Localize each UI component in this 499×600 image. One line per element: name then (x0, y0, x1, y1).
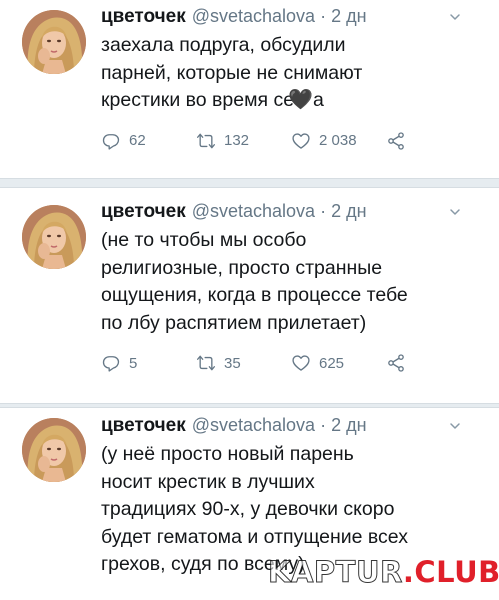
chevron-down-icon[interactable] (449, 420, 461, 432)
tweet-text: (не то чтобы мы особо религиозные, прост… (101, 229, 408, 334)
reply-button[interactable]: 5 (101, 353, 196, 373)
retweet-button[interactable]: 35 (196, 353, 291, 373)
tweet-header: цветочек @svetachalova · 2 дн (101, 415, 491, 439)
display-name[interactable]: цветочек (101, 6, 186, 28)
tweet[interactable]: цветочек @svetachalova · 2 дн (не то что… (0, 188, 499, 403)
tweet-text: заехала подруга, обсудили парней, которы… (101, 32, 491, 115)
like-count: 625 (319, 354, 345, 372)
heart-icon (291, 353, 311, 373)
display-name[interactable]: цветочек (101, 415, 186, 437)
like-count: 2 038 (319, 132, 357, 149)
watermark-logo: KAPTUR .CLUB (268, 553, 499, 591)
tweet-actions: 5 35 625 (101, 351, 491, 375)
like-button[interactable]: 625 (291, 353, 386, 373)
share-icon (386, 131, 406, 151)
reply-button[interactable]: 62 (101, 131, 196, 151)
tweet[interactable]: цветочек @svetachalova · 2 дн заехала по… (0, 0, 499, 178)
reply-icon (101, 131, 121, 151)
avatar[interactable] (22, 205, 86, 269)
retweet-icon (196, 353, 216, 373)
like-button[interactable]: 2 038 (291, 131, 386, 151)
share-button[interactable] (386, 131, 416, 151)
avatar[interactable] (22, 10, 86, 74)
timestamp[interactable]: 2 дн (331, 201, 366, 222)
share-icon (386, 353, 406, 373)
tweet-header: цветочек @svetachalova · 2 дн (101, 201, 491, 225)
watermark-club-text: .CLUB (402, 555, 499, 589)
separator-dot: · (320, 201, 327, 221)
user-handle[interactable]: @svetachalova (192, 415, 315, 436)
retweet-icon (196, 131, 216, 151)
user-handle[interactable]: @svetachalova (192, 6, 315, 27)
separator-dot: · (320, 415, 327, 435)
reply-count: 62 (129, 132, 146, 149)
tweet-content: цветочек @svetachalova · 2 дн (не то что… (101, 201, 491, 375)
reply-icon (101, 353, 121, 373)
tweet-header: цветочек @svetachalova · 2 дн (101, 6, 491, 30)
avatar[interactable] (22, 418, 86, 482)
tweet-text-tail: а (312, 89, 324, 111)
retweet-button[interactable]: 132 (196, 131, 291, 151)
user-handle[interactable]: @svetachalova (192, 201, 315, 222)
timestamp[interactable]: 2 дн (331, 6, 366, 27)
tweet-content: цветочек @svetachalova · 2 дн заехала по… (101, 6, 491, 153)
share-button[interactable] (386, 353, 416, 373)
retweet-count: 132 (224, 132, 250, 149)
watermark-main-text: KAPTUR (268, 555, 403, 590)
heart-icon (291, 131, 311, 151)
retweet-count: 35 (224, 354, 241, 372)
separator-dot: · (320, 6, 327, 26)
chevron-down-icon[interactable] (449, 206, 461, 218)
chevron-down-icon[interactable] (449, 11, 461, 23)
tweet-actions: 62 132 2 038 (101, 129, 491, 153)
reply-count: 5 (129, 354, 138, 372)
display-name[interactable]: цветочек (101, 201, 186, 223)
tweet-divider (0, 178, 499, 188)
timestamp[interactable]: 2 дн (331, 415, 366, 436)
black-heart-emoji: 🖤 (288, 89, 313, 111)
